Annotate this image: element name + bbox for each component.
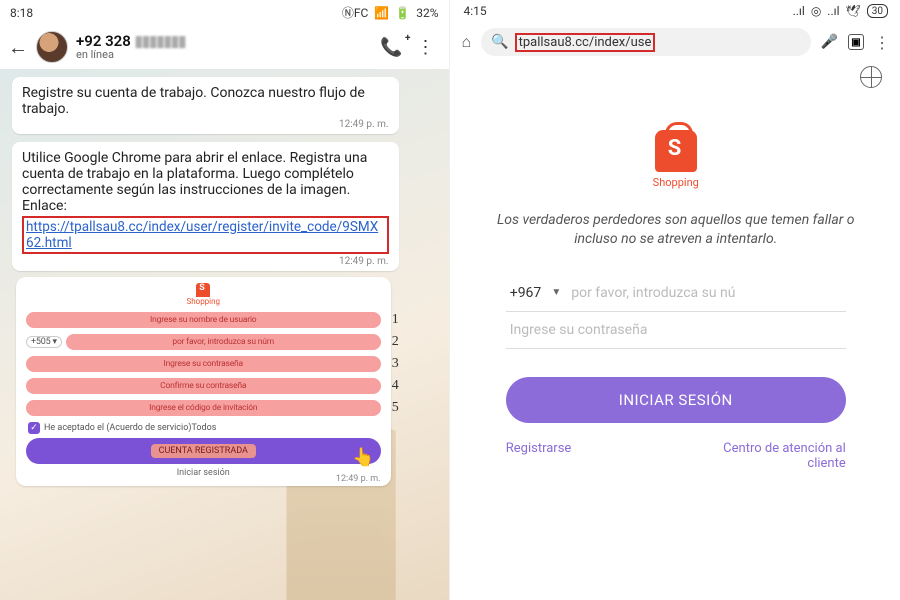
battery-pill: 30: [867, 4, 888, 18]
data-icon: ◎: [811, 4, 821, 18]
terms-checkbox-row[interactable]: ✓ He aceptado el (Acuerdo de servicio)To…: [28, 422, 381, 434]
phishing-link[interactable]: https://tpallsau8.cc/index/user/register…: [26, 219, 378, 251]
mic-icon[interactable]: 🎤: [821, 34, 838, 50]
signal-icon: ..ıl: [827, 4, 839, 18]
brand-label: Shopping: [26, 297, 381, 306]
back-icon[interactable]: ←: [8, 35, 28, 60]
password-input[interactable]: Ingrese su contraseña: [506, 312, 846, 349]
login-button[interactable]: INICIAR SESIÓN: [506, 377, 846, 423]
tabs-icon[interactable]: ▣: [848, 34, 864, 50]
chat-area: Registre su cuenta de trabajo. Conozca n…: [0, 69, 449, 600]
login-page: Shopping Los verdaderos perdedores son a…: [452, 92, 900, 600]
browser-screenshot: 4:15 ..ıl ◎ ..ıl 🕊 30 ⌂ 🔍 tpallsau8.cc/i…: [452, 0, 900, 600]
signal-icon: 📶: [374, 6, 389, 20]
android-status-bar: 4:15 ..ıl ◎ ..ıl 🕊 30: [452, 0, 900, 22]
support-link[interactable]: Centro de atención al cliente: [686, 441, 846, 471]
shopping-bag-icon: [196, 283, 210, 297]
invite-code-field[interactable]: Ingrese el código de invitación5: [26, 400, 381, 416]
phone-prefix: +92 328: [76, 32, 131, 50]
terms-label: He aceptado el (Acuerdo de servicio)Todo…: [44, 423, 216, 433]
phishing-link-highlight: https://tpallsau8.cc/index/user/register…: [22, 216, 389, 254]
call-icon[interactable]: 📞+: [380, 37, 402, 58]
message-time: 12:49 p. m.: [336, 474, 381, 484]
status-time: 4:15: [464, 4, 487, 18]
country-code[interactable]: +505 ▾: [26, 336, 62, 348]
address-bar[interactable]: 🔍 tpallsau8.cc/index/use: [481, 28, 810, 56]
tagline-text: Los verdaderos perdedores son aquellos q…: [492, 211, 861, 249]
shopping-bag-icon: [655, 130, 697, 172]
message-text: Registre su cuenta de trabajo. Conozca n…: [22, 85, 389, 117]
battery-pct: 32%: [416, 6, 438, 20]
confirm-password-field[interactable]: Confirme su contraseña4: [26, 378, 381, 394]
register-button[interactable]: CUENTA REGISTRADA 👆: [26, 438, 381, 464]
url-highlight: tpallsau8.cc/index/use: [515, 33, 656, 52]
pointer-icon: 👆: [352, 447, 374, 468]
home-icon[interactable]: ⌂: [462, 32, 472, 52]
message-text: Utilice Google Chrome para abrir el enla…: [22, 150, 389, 214]
battery-icon: 🔋: [395, 6, 410, 20]
nfc-icon: ⓃFC: [342, 4, 368, 21]
phone-placeholder: por favor, introduzca su nú: [571, 285, 842, 301]
incoming-message: Utilice Google Chrome para abrir el enla…: [12, 142, 399, 271]
wifi-icon: 🕊: [846, 4, 861, 18]
checkbox-icon[interactable]: ✓: [28, 422, 40, 434]
message-time: 12:49 p. m.: [22, 256, 389, 267]
status-time: 8:18: [10, 6, 33, 20]
register-link[interactable]: Registrarse: [506, 441, 572, 471]
chevron-down-icon[interactable]: ▼: [551, 287, 561, 298]
android-status-bar: 8:18 ⓃFC 📶 🔋 32%: [0, 0, 449, 25]
phone-redacted: ▮▮▮▮▮▮▮: [135, 32, 186, 50]
lens-icon: 🔍: [491, 34, 508, 50]
presence-label: en línea: [76, 49, 372, 61]
browser-toolbar: ⌂ 🔍 tpallsau8.cc/index/use 🎤 ▣ ⋮: [452, 22, 900, 62]
incoming-message: Registre su cuenta de trabajo. Conozca n…: [12, 77, 399, 134]
embedded-form-screenshot: Shopping Ingrese su nombre de usuario1 +…: [16, 277, 391, 486]
phone-field[interactable]: +505 ▾ por favor, introduzca su núm2: [26, 334, 381, 350]
contact-info[interactable]: +92 328 ▮▮▮▮▮▮▮ en línea: [76, 33, 372, 62]
chat-header: ← +92 328 ▮▮▮▮▮▮▮ en línea 📞+ ⋮: [0, 25, 449, 69]
avatar[interactable]: [36, 31, 68, 63]
whatsapp-screenshot: 8:18 ⓃFC 📶 🔋 32% ← +92 328 ▮▮▮▮▮▮▮ en lí…: [0, 0, 450, 600]
brand-label: Shopping: [653, 176, 699, 189]
signal-icon: ..ıl: [793, 4, 805, 18]
country-code[interactable]: +967: [510, 285, 542, 301]
phone-input[interactable]: +967 ▼ por favor, introduzca su nú: [506, 275, 846, 312]
password-placeholder: Ingrese su contraseña: [510, 322, 842, 338]
more-icon[interactable]: ⋮: [411, 37, 441, 58]
globe-icon[interactable]: [860, 66, 882, 88]
login-link[interactable]: Iniciar sesión: [26, 468, 381, 478]
username-field[interactable]: Ingrese su nombre de usuario1: [26, 312, 381, 328]
password-field[interactable]: Ingrese su contraseña3: [26, 356, 381, 372]
message-time: 12:49 p. m.: [22, 119, 389, 130]
translate-row: [452, 62, 900, 92]
more-icon[interactable]: ⋮: [874, 33, 890, 52]
